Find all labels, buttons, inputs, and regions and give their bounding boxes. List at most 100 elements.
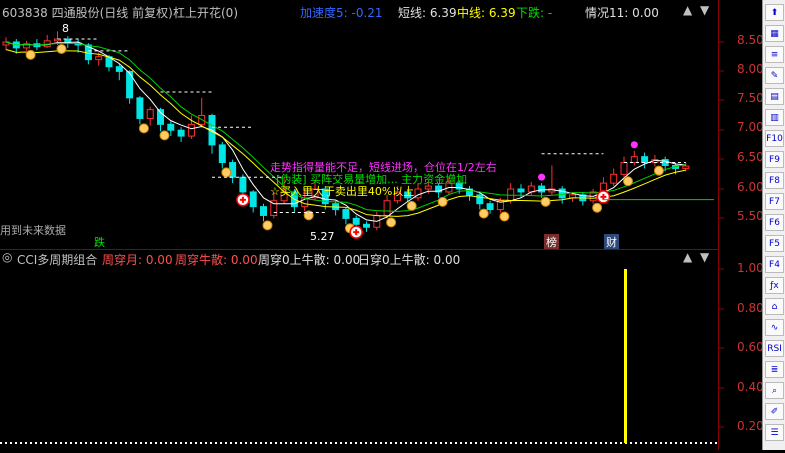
candle-body [363, 223, 370, 228]
situation-value: 情况11: 0.00 [585, 6, 659, 20]
toolbar-button[interactable]: ▤ [765, 88, 784, 105]
candle-body [126, 70, 134, 99]
hand-signal-icon [540, 196, 551, 207]
toolbar-button[interactable]: ⌕ [765, 382, 784, 399]
toolbar-button[interactable]: F4 [765, 256, 784, 273]
candle-body [187, 123, 195, 137]
candle-body [610, 173, 618, 184]
high-label: 8 [62, 22, 69, 35]
price-tick: 8.00 [737, 62, 764, 76]
candle-body [486, 203, 494, 211]
candle-body [95, 56, 103, 61]
toolbar-button[interactable]: ☰ [765, 424, 784, 441]
cci-tick: 0.60 [737, 340, 764, 354]
week-bull-value: 周穿牛散: 0.00 [175, 253, 258, 267]
collapse-icon[interactable]: ▲ [683, 3, 692, 17]
candle-body [218, 144, 226, 164]
cci-chart[interactable] [0, 250, 718, 450]
candle-body [476, 194, 484, 205]
accel-value: 加速度5: -0.21 [300, 6, 383, 20]
hand-signal-icon [262, 220, 273, 231]
indicator-name: 杠上开花(0) [173, 6, 238, 20]
down-trend-value: 下跌: - [516, 6, 553, 20]
tag-fin: 财 [604, 234, 619, 250]
toolbar-button[interactable]: ▦ [765, 25, 784, 42]
toolbar-button[interactable]: F9 [765, 151, 784, 168]
candle-body [558, 188, 566, 199]
hand-signal-icon [138, 123, 149, 134]
candle-body [630, 156, 638, 164]
day-zero-value: 日穿0上牛散: 0.00 [358, 253, 461, 267]
cci-tick: 0.20 [737, 419, 764, 433]
magenta-dot-icon [538, 173, 546, 181]
price-tick: 6.00 [737, 180, 764, 194]
price-tick: 7.00 [737, 120, 764, 134]
candle-body [239, 176, 247, 193]
hand-signal-icon [653, 165, 664, 176]
future-data-label: 用到未来数据 [0, 224, 66, 237]
toolbar-button[interactable]: ⌂ [765, 298, 784, 315]
cci-expand-icon[interactable]: ◎ [2, 250, 12, 264]
price-chart-panel[interactable] [0, 0, 718, 250]
candle-body [115, 66, 123, 72]
toolbar-button[interactable]: ✐ [765, 403, 784, 420]
candle-body [620, 162, 628, 175]
price-tick: 8.50 [737, 33, 764, 47]
toolbar-button[interactable]: F6 [765, 214, 784, 231]
candle-body [517, 188, 525, 193]
candlestick-chart[interactable] [0, 0, 718, 250]
candle-body [569, 194, 576, 199]
cci-up-icon[interactable]: ▲ [683, 250, 692, 264]
toolbar-button[interactable]: ✎ [765, 67, 784, 84]
low-label: 5.27 [310, 230, 335, 243]
candle-body [136, 97, 144, 119]
price-tick: 5.50 [737, 209, 764, 223]
hand-signal-icon [221, 167, 232, 178]
candle-body [146, 109, 154, 119]
price-tick: 7.50 [737, 91, 764, 105]
hand-signal-icon [386, 217, 397, 228]
cci-tick: 1.00 [737, 261, 764, 275]
toolbar-button[interactable]: F8 [765, 172, 784, 189]
price-tick: 6.50 [737, 150, 764, 164]
toolbar-button[interactable]: ƒx [765, 277, 784, 294]
candle-body [342, 209, 350, 219]
hand-signal-icon [56, 43, 67, 54]
cross-month-value: 周穿月: 0.00 [102, 253, 173, 267]
candle-body [538, 185, 546, 193]
hand-signal-icon [25, 49, 36, 60]
toolbar-button[interactable]: F10 [765, 130, 784, 147]
right-toolbar: ⬆ ▦ ≡ ✎ ▤ ▥ F10 F9 F8 F7 F6 F5 F4 ƒx ⌂ ∿ RSI ≣ ⌕ ✐ ☰ [762, 0, 785, 450]
short-line-value: 短线: 6.39 [398, 6, 457, 20]
signal-text-3: ☆买入里大于卖出里40%以上 [270, 185, 415, 198]
hand-signal-icon [478, 208, 489, 219]
hand-signal-icon [406, 200, 417, 211]
hand-signal-icon [499, 211, 510, 222]
toolbar-button[interactable]: ≡ [765, 46, 784, 63]
magenta-dot-icon [630, 141, 638, 149]
mid-line-value: 中线: 6.39 [457, 6, 516, 20]
expand-icon[interactable]: ▼ [700, 3, 709, 17]
cci-signal-bar [624, 269, 627, 443]
cci-title: CCI多周期组合 [17, 253, 98, 267]
toolbar-button[interactable]: F7 [765, 193, 784, 210]
toolbar-button[interactable]: ▥ [765, 109, 784, 126]
candle-body [260, 206, 267, 216]
tag-drop: 跌 [94, 236, 105, 249]
candle-body [249, 191, 257, 208]
hand-signal-icon [592, 202, 603, 213]
toolbar-button[interactable]: ≣ [765, 361, 784, 378]
candle-body [177, 129, 185, 137]
toolbar-button[interactable]: RSI [765, 340, 784, 357]
toolbar-button[interactable]: ∿ [765, 319, 784, 336]
toolbar-button[interactable]: ⬆ [765, 4, 784, 21]
week-zero-value: 周穿0上牛散: 0.00 [258, 253, 361, 267]
candle-body [682, 165, 690, 169]
cci-indicator-panel[interactable] [0, 250, 718, 450]
candle-body [352, 217, 360, 225]
cci-down-icon[interactable]: ▼ [700, 250, 709, 264]
toolbar-button[interactable]: F5 [765, 235, 784, 252]
candle-body [383, 200, 391, 216]
candle-body [167, 123, 175, 131]
tag-list: 榜 [544, 234, 559, 250]
